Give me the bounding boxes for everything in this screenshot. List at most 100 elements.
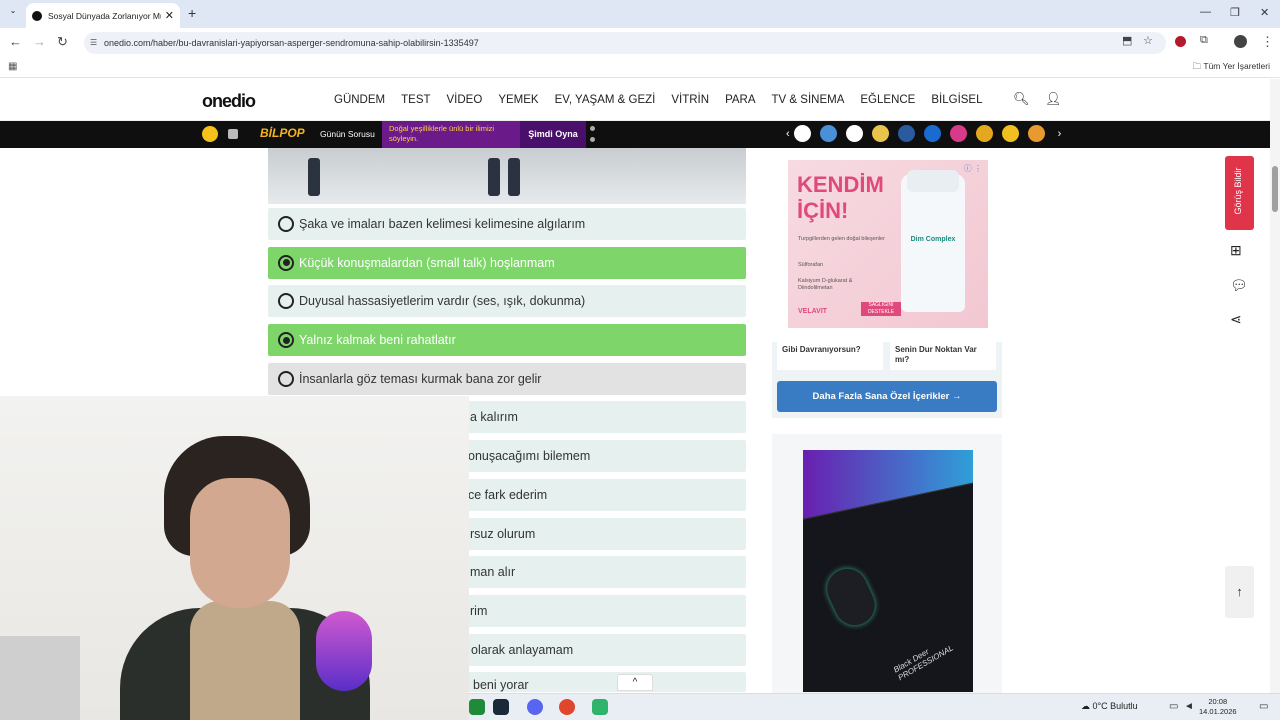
close-tab-icon[interactable]: ✕ <box>165 9 174 22</box>
chevron-up-icon[interactable]: ^ <box>617 674 653 691</box>
excel-icon[interactable] <box>469 699 485 715</box>
menu-item-tv-sinema[interactable]: TV & SİNEMA <box>772 94 845 106</box>
option-text: İnsanlarla göz teması kurmak bana zor ge… <box>299 371 542 386</box>
tab-search-icon[interactable]: ⌄ <box>6 6 20 20</box>
back-icon[interactable]: ← <box>9 34 22 49</box>
product-bottle: Dim Complex <box>901 170 965 312</box>
bookmarks-bar: ▦ 🗀 Tüm Yer İşaretleri <box>0 56 1280 78</box>
clock-date: 14.01.2026 <box>1199 707 1237 716</box>
bottle-cap <box>907 170 959 192</box>
bookmark-star-icon[interactable]: ☆ <box>1143 34 1153 47</box>
discord-icon[interactable] <box>527 699 543 715</box>
main-menu: GÜNDEM TEST VİDEO YEMEK EV, YAŞAM & GEZİ… <box>334 94 999 106</box>
brand-logo-icon[interactable] <box>897 125 915 142</box>
recommendation-card[interactable]: Gibi Davranıyorsun? <box>777 342 883 370</box>
radio-checked-icon <box>278 332 294 349</box>
volume-icon[interactable]: ◄ <box>1184 701 1194 712</box>
carousel-prev-icon[interactable]: ‹ <box>786 128 790 140</box>
steam-icon[interactable] <box>493 699 509 715</box>
search-icon[interactable]: 🔍︎ <box>1013 91 1030 107</box>
minimize-icon[interactable]: — <box>1200 6 1211 18</box>
brand-logo-icon[interactable] <box>975 125 993 142</box>
image-detail <box>508 158 520 196</box>
more-content-button[interactable]: Daha Fazla Sana Özel İçerikler → <box>777 381 997 412</box>
quiz-option[interactable]: İnsanlarla göz teması kurmak bana zor ge… <box>268 362 746 395</box>
menu-item-para[interactable]: PARA <box>725 94 755 106</box>
brand-logo-icon[interactable] <box>949 125 967 142</box>
radio-icon <box>278 293 294 310</box>
comments-icon[interactable]: 💬︎ <box>1230 277 1248 294</box>
forward-icon[interactable]: → <box>33 34 46 49</box>
install-app-icon[interactable]: ⬒ <box>1122 34 1132 47</box>
close-window-icon[interactable]: ✕ <box>1260 6 1269 19</box>
extension-red-icon[interactable] <box>1175 36 1186 47</box>
system-clock[interactable]: 20:08 14.01.2026 <box>1199 697 1237 717</box>
menu-item-bilgisel[interactable]: BİLGİSEL <box>931 94 982 106</box>
browser-menu-icon[interactable]: ⋮ <box>1261 34 1274 50</box>
brand-logo-icon[interactable] <box>923 125 941 142</box>
menu-item-gundem[interactable]: GÜNDEM <box>334 94 385 106</box>
recommendation-card[interactable]: Senin Dur Noktan Var mı? <box>890 342 996 370</box>
new-tab-icon[interactable]: + <box>188 5 196 21</box>
menu-item-vitrin[interactable]: VİTRİN <box>671 94 709 106</box>
menu-item-video[interactable]: VİDEO <box>447 94 483 106</box>
site-info-icon[interactable]: ☰ <box>90 32 97 54</box>
option-text: Şaka ve imaları bazen kelimesi kelimesin… <box>299 217 586 231</box>
restore-icon[interactable]: ❐ <box>1230 6 1240 19</box>
menu-item-yemek[interactable]: YEMEK <box>498 94 538 106</box>
app-icon[interactable] <box>559 699 575 715</box>
menu-item-eglence[interactable]: EĞLENCE <box>860 94 915 106</box>
site-logo[interactable]: onedio <box>202 91 256 112</box>
gamepad-icon[interactable] <box>228 129 238 139</box>
all-bookmarks-link[interactable]: 🗀 Tüm Yer İşaretleri <box>1193 61 1270 75</box>
rgb-lamp <box>316 611 372 691</box>
ad-brand: VELAVIT <box>798 308 828 315</box>
quiz-option[interactable]: Şaka ve imaları bazen kelimesi kelimesin… <box>268 208 746 240</box>
menu-item-ev-yasam-gezi[interactable]: EV, YAŞAM & GEZİ <box>555 94 656 106</box>
option-text: Yalnız kalmak beni rahatlatır <box>299 333 456 348</box>
quiz-option[interactable]: Küçük konuşmalardan (small talk) hoşlanm… <box>268 246 746 279</box>
brand-logo-icon[interactable] <box>819 125 837 142</box>
bilpop-mascot-icon[interactable] <box>202 126 218 142</box>
brand-logo-icon[interactable] <box>871 125 889 142</box>
extensions-puzzle-icon[interactable]: ⧉ <box>1200 34 1208 47</box>
ad-bullet: Kalsiyum D-glukarat & Diindolilmetan <box>798 278 853 291</box>
apps-grid-icon[interactable]: ▦ <box>8 61 17 72</box>
menu-item-test[interactable]: TEST <box>401 94 430 106</box>
carousel-dots[interactable] <box>590 126 596 148</box>
background-object <box>0 636 80 720</box>
reload-icon[interactable]: ↻ <box>57 34 68 50</box>
bilpop-logo[interactable]: BİLPOP <box>260 126 305 140</box>
scroll-to-top-button[interactable]: ↑ <box>1225 566 1254 618</box>
quiz-option[interactable]: Yalnız kalmak beni rahatlatır <box>268 324 746 357</box>
app-icon[interactable] <box>592 699 608 715</box>
brand-logo-icon[interactable] <box>1001 125 1019 142</box>
brand-logo-icon[interactable] <box>1027 125 1045 142</box>
mouse-ad[interactable]: Black Deer PROFESSIONAL <box>803 450 973 692</box>
radio-icon <box>278 370 294 387</box>
user-icon[interactable]: 👤︎ <box>1045 91 1062 107</box>
feedback-button[interactable]: Görüş Bildir <box>1225 156 1254 230</box>
vitamin-ad[interactable]: ⓘ ⋮ KENDİM İÇİN! Turpgillerden gelen doğ… <box>788 160 988 328</box>
bookmark-add-icon[interactable]: ⊞ <box>1230 242 1242 259</box>
notification-icon[interactable]: ▭ <box>1259 701 1268 712</box>
browser-tab[interactable]: Sosyal Dünyada Zorlanıyor Mu ✕ <box>26 3 180 28</box>
webcam-overlay <box>0 396 469 720</box>
option-text: rsuz olurum <box>470 526 536 541</box>
quiz-option[interactable]: Duyusal hassasiyetlerim vardır (ses, ışı… <box>268 285 746 318</box>
share-icon[interactable]: ⋖ <box>1230 311 1242 328</box>
scrollbar-thumb[interactable] <box>1272 166 1278 212</box>
ad-info-icon[interactable]: ⓘ ⋮ <box>964 163 982 174</box>
arrow-up-icon: ↑ <box>1236 584 1243 599</box>
promo-bar: BİLPOP Günün Sorusu Doğal yeşilliklerle … <box>0 121 1270 148</box>
profile-avatar-icon[interactable] <box>1234 35 1247 48</box>
network-icon[interactable]: ▭ <box>1169 701 1178 712</box>
carousel-next-icon[interactable]: › <box>1058 128 1062 140</box>
url-field[interactable]: ☰ onedio.com/haber/bu-davranislari-yapiy… <box>84 32 1166 54</box>
play-now-button[interactable]: Şimdi Oyna <box>520 121 586 148</box>
brand-logo-icon[interactable] <box>845 125 863 142</box>
brand-logo-icon[interactable] <box>793 125 811 142</box>
all-bookmarks-label: Tüm Yer İşaretleri <box>1203 61 1270 71</box>
weather-widget[interactable]: ☁ 0°C Bulutlu <box>1081 701 1138 712</box>
daily-question-text[interactable]: Doğal yeşilliklerle ünlü bir ilimizi söy… <box>382 121 520 148</box>
